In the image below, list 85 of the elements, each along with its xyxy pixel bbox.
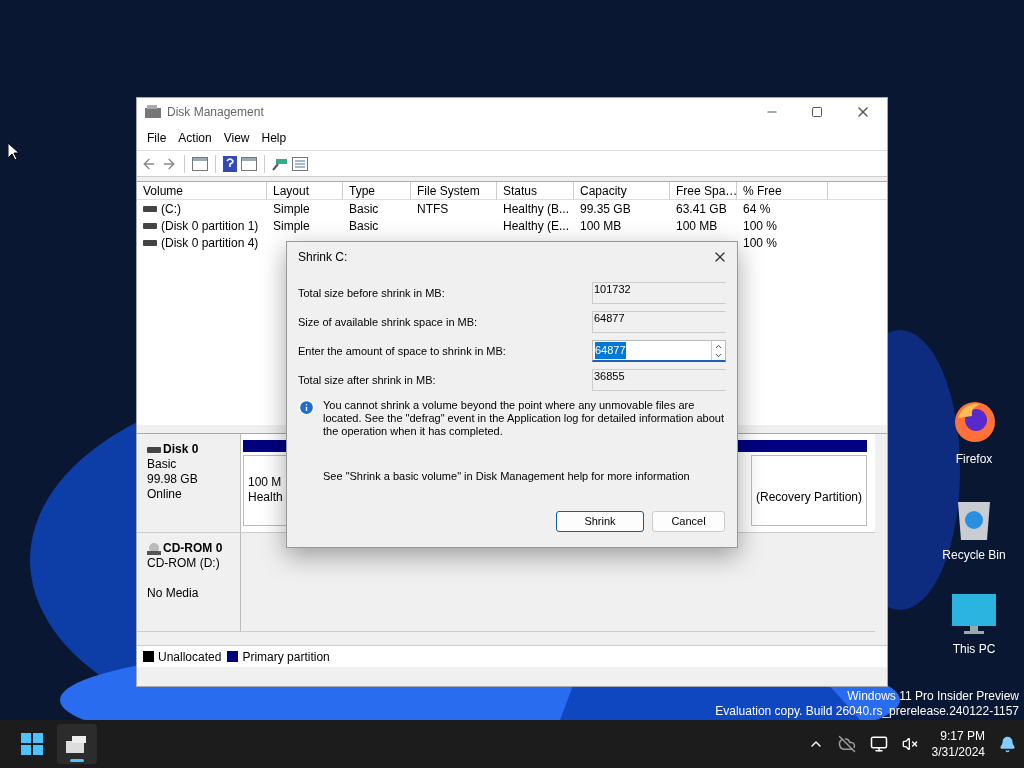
legend-label: Primary partition xyxy=(242,648,330,666)
mouse-pointer-icon xyxy=(8,143,19,161)
partition-box[interactable]: 100 M Health xyxy=(243,455,288,526)
table-cell-text: (C:) xyxy=(161,200,181,218)
network-icon[interactable] xyxy=(869,735,888,753)
table-cell-text: (Disk 0 partition 1) xyxy=(161,217,259,235)
drive-icon xyxy=(143,221,157,230)
column-header[interactable]: File System xyxy=(411,182,497,199)
readonly-field: 64877 xyxy=(592,311,726,333)
table-cell-text: Simple xyxy=(273,200,310,218)
legend-label: Unallocated xyxy=(158,648,222,666)
cd-icon xyxy=(147,541,161,556)
desktop-icon-label[interactable]: Recycle Bin xyxy=(942,546,1006,564)
window-title: Disk Management xyxy=(167,104,264,121)
table-cell-text: Simple xyxy=(273,217,310,235)
table-cell-text: 100 MB xyxy=(580,217,622,235)
info-icon xyxy=(298,399,315,416)
drive-icon xyxy=(143,204,157,213)
table-cell-text: 100 % xyxy=(743,234,778,252)
disk-app-icon xyxy=(145,105,161,119)
menu-item[interactable]: File xyxy=(141,129,173,147)
disk-info: Online xyxy=(147,487,183,502)
disk-info: No Media xyxy=(147,586,200,601)
table-cell-text: 99.35 GB xyxy=(580,200,631,218)
dialog-button[interactable]: Shrink xyxy=(556,510,644,532)
help-icon[interactable] xyxy=(223,155,237,172)
field-label: Enter the amount of space to shrink in MB: xyxy=(298,343,506,359)
table-cell-text: Basic xyxy=(349,200,379,218)
info-text: You cannot shrink a volume beyond the point where any unmovable files are located. See the "defrag" event in the Application log for detailed information about the operation when it has completed. xyxy=(323,399,726,438)
desktop-icon-label[interactable]: Firefox xyxy=(955,450,993,468)
column-header[interactable]: Capacity xyxy=(574,182,670,199)
table-cell-text: 100 MB xyxy=(676,217,718,235)
disk-app-icon xyxy=(66,734,88,754)
panel-icon[interactable] xyxy=(192,156,208,171)
dialog-title: Shrink C: xyxy=(298,249,348,266)
taskbar-app[interactable] xyxy=(57,724,97,764)
edition-text: Windows 11 Pro Insider Preview xyxy=(847,689,1019,704)
column-header[interactable]: Volume xyxy=(137,182,267,199)
maximize-icon[interactable] xyxy=(811,106,823,118)
partition-box[interactable]: (Recovery Partition) xyxy=(750,455,867,526)
readonly-field: 36855 xyxy=(592,369,726,391)
table-cell-text: (Disk 0 partition 4) xyxy=(161,234,259,252)
desktop-icon-label[interactable]: This PC xyxy=(952,640,996,658)
dialog-button[interactable]: Cancel xyxy=(652,510,725,532)
disk-info: Basic xyxy=(147,457,178,472)
field-label: Total size after shrink in MB: xyxy=(298,372,436,388)
field-label: Total size before shrink in MB: xyxy=(298,285,445,301)
column-header[interactable]: Type xyxy=(343,182,411,199)
partition-text: 100 M xyxy=(248,475,283,490)
table-cell-text: Basic xyxy=(349,217,379,235)
menu-item[interactable]: View xyxy=(217,129,256,147)
drive-icon xyxy=(147,445,161,454)
drive-icon xyxy=(143,238,157,247)
disk-info: CD-ROM (D:) xyxy=(147,556,221,571)
table-cell-text: 100 % xyxy=(743,217,778,235)
readonly-field: 101732 xyxy=(592,282,726,304)
partition-text: Health xyxy=(248,490,283,505)
table-cell-text: NTFS xyxy=(417,200,449,218)
table-cell-text: 63.41 GB xyxy=(676,200,727,218)
monitor-icon xyxy=(952,594,996,636)
field-label: Size of available shrink space in MB: xyxy=(298,314,478,330)
table-cell-text: Healthy (E... xyxy=(503,217,570,235)
menu-item[interactable]: Action xyxy=(172,129,218,147)
disk-connect-icon[interactable] xyxy=(272,156,288,171)
column-header[interactable]: % Free xyxy=(737,182,828,199)
checklist-icon[interactable] xyxy=(292,156,308,171)
disk-info: 99.98 GB xyxy=(147,472,199,487)
column-header[interactable]: Layout xyxy=(267,182,343,199)
help-text: See "Shrink a basic volume" in Disk Management help for more information xyxy=(323,469,691,484)
cloud-off-icon[interactable] xyxy=(837,735,856,753)
table-cell-text: Healthy (B... xyxy=(503,200,570,218)
partition-text: (Recovery Partition) xyxy=(755,490,862,505)
notification-icon[interactable] xyxy=(999,735,1016,753)
clock-date[interactable]: 3/31/2024 xyxy=(931,744,985,760)
column-header[interactable]: Free Spa… xyxy=(670,182,737,199)
disk-name: CD-ROM 0 xyxy=(163,541,223,556)
spin-field[interactable]: 64877 xyxy=(592,340,726,362)
menu-item[interactable]: Help xyxy=(255,129,293,147)
start-icon[interactable] xyxy=(21,733,43,755)
clock-time[interactable]: 9:17 PM xyxy=(940,728,985,744)
disk-name: Disk 0 xyxy=(163,442,199,457)
volume-muted-icon[interactable] xyxy=(901,736,918,752)
panel-icon[interactable] xyxy=(241,156,257,171)
column-header[interactable]: Status xyxy=(497,182,574,199)
table-cell-text: 64 % xyxy=(743,200,771,218)
